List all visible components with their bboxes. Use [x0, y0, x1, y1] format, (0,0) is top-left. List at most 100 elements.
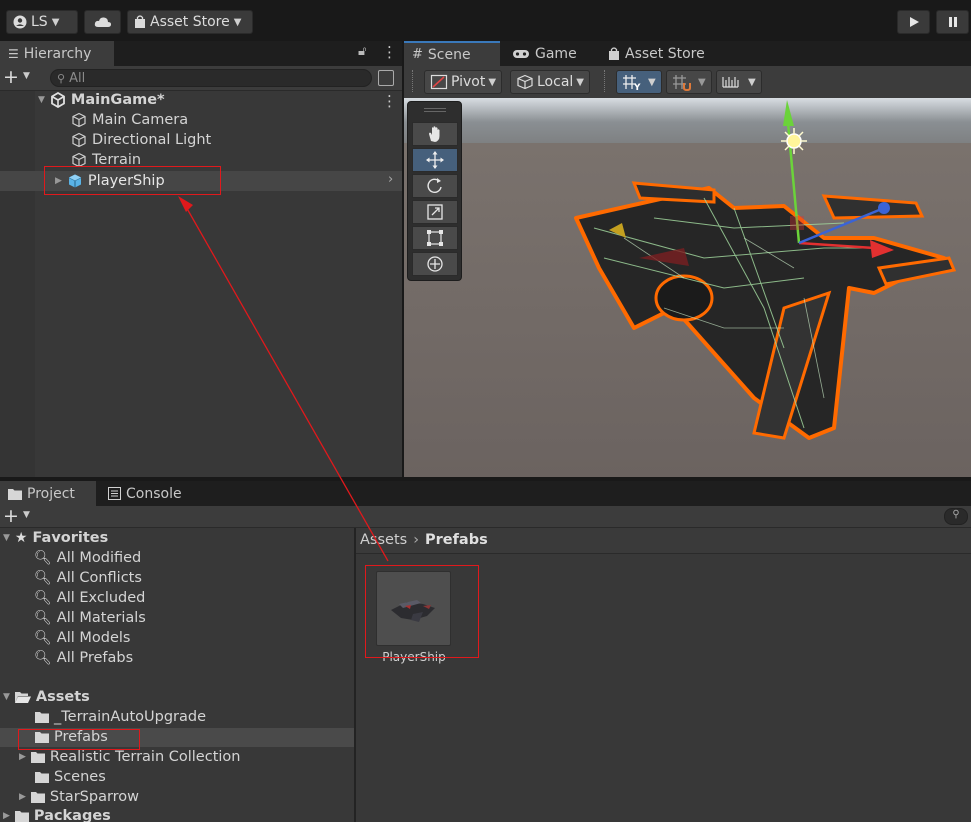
hierarchy-item-label: Directional Light [92, 132, 212, 148]
scene-tabbar: # Scene Game Asset Store [404, 41, 971, 66]
shopping-bag-icon [609, 46, 619, 60]
favorites-header[interactable]: ▼ ★ Favorites [3, 528, 108, 548]
expand-arrow-icon[interactable]: ▶ [19, 752, 26, 762]
packages-header[interactable]: ▶ Packages [3, 806, 111, 822]
account-icon [13, 15, 27, 29]
more-menu-icon[interactable]: ⋮ [382, 43, 397, 61]
pivot-dropdown[interactable]: Pivot ▼ [424, 70, 503, 94]
unity-scene-icon [51, 92, 65, 108]
asset-folder-item[interactable]: _TerrainAutoUpgrade [35, 707, 206, 727]
play-icon [909, 17, 919, 27]
lock-icon[interactable]: 🔓︎ [358, 44, 366, 59]
drag-handle[interactable] [424, 108, 446, 112]
chevron-down-icon[interactable]: ▼ [23, 510, 30, 520]
search-icon: 🔍︎ [34, 550, 52, 566]
shopping-bag-icon [135, 15, 145, 28]
tab-game-label: Game [535, 45, 577, 62]
scale-icon [427, 204, 443, 220]
pivot-label: Pivot [451, 74, 486, 90]
transform-tools-overlay [407, 101, 462, 281]
scene-more-icon[interactable]: ⋮ [382, 92, 397, 110]
hierarchy-search-input[interactable]: ⚲ All [50, 69, 372, 87]
hierarchy-item-directional-light[interactable]: Directional Light [71, 130, 211, 150]
favorite-item[interactable]: 🔍︎ All Excluded [34, 588, 145, 608]
tab-console[interactable]: Console [100, 481, 190, 506]
scene-root[interactable]: ▼ MainGame* [38, 90, 165, 110]
chevron-down-icon[interactable]: ▼ [23, 71, 30, 81]
project-tabbar: Project Console [0, 481, 971, 506]
expand-arrow-icon[interactable]: ▼ [3, 533, 10, 543]
chevron-down-icon: ▼ [698, 76, 706, 88]
main-toolbar: LS ▼ Asset Store ▼ [0, 0, 971, 41]
expand-arrow-icon[interactable]: ▶ [19, 792, 26, 802]
assets-header[interactable]: ▼ Assets [3, 687, 90, 707]
chevron-right-icon[interactable]: › [388, 172, 393, 187]
favorite-label: All Models [56, 630, 131, 646]
asset-folder-label: Scenes [54, 769, 106, 785]
breadcrumb-item[interactable]: Assets [360, 532, 407, 548]
add-icon[interactable]: + [3, 66, 19, 88]
hierarchy-gutter [0, 91, 35, 477]
account-dropdown[interactable]: LS ▼ [6, 10, 78, 34]
tab-scene-label: Scene [427, 46, 471, 63]
transform-tool-button[interactable] [412, 252, 458, 276]
list-icon: ☰ [8, 46, 19, 61]
project-search-button[interactable]: ⚲ [944, 508, 968, 525]
asset-store-dropdown[interactable]: Asset Store ▼ [127, 10, 253, 34]
move-tool-button[interactable] [412, 148, 458, 172]
folder-icon [35, 712, 49, 723]
hierarchy-item-main-camera[interactable]: Main Camera [71, 110, 188, 130]
favorite-item[interactable]: 🔍︎ All Materials [34, 608, 146, 628]
tab-game[interactable]: Game [504, 41, 585, 66]
favorite-label: All Modified [56, 550, 142, 566]
breadcrumb-current[interactable]: Prefabs [425, 532, 488, 548]
snap-increment-button[interactable]: ▼ [666, 70, 712, 94]
cloud-button[interactable] [84, 10, 121, 34]
asset-folder-item[interactable]: Scenes [35, 767, 106, 787]
favorite-item[interactable]: 🔍︎ All Conflicts [34, 568, 142, 588]
console-icon [108, 487, 121, 500]
scale-tool-button[interactable] [412, 200, 458, 224]
gameobject-cube-icon [72, 112, 86, 128]
grid-hash-icon: # [412, 47, 423, 62]
expand-arrow-icon[interactable]: ▼ [38, 95, 45, 105]
tab-asset-store[interactable]: Asset Store [600, 41, 713, 66]
favorite-item[interactable]: 🔍︎ All Models [34, 628, 130, 648]
hierarchy-item-label: Main Camera [92, 112, 189, 128]
pause-button[interactable] [936, 10, 969, 34]
increment-snap-button[interactable]: ▼ [716, 70, 762, 94]
grid-magnet-icon [673, 75, 691, 91]
search-icon: ⚲ [952, 509, 960, 520]
annotation-box-hierarchy-playership [44, 166, 221, 195]
expand-arrow-icon[interactable]: ▼ [3, 692, 10, 702]
hand-icon [429, 126, 440, 142]
asset-folder-label: _TerrainAutoUpgrade [54, 709, 206, 725]
rotate-tool-button[interactable] [412, 174, 458, 198]
favorite-item[interactable]: 🔍︎ All Prefabs [34, 648, 133, 668]
scene-viewport[interactable] [404, 98, 971, 477]
grid-snap-button[interactable]: Y ▼ [616, 70, 662, 94]
favorite-label: All Excluded [56, 590, 146, 606]
search-icon: 🔍︎ [34, 590, 52, 606]
play-button[interactable] [897, 10, 930, 34]
chevron-down-icon: ▼ [748, 76, 756, 88]
asset-folder-item[interactable]: ▶ StarSparrow [19, 787, 139, 807]
tab-hierarchy[interactable]: ☰ Hierarchy [0, 41, 114, 66]
asset-folder-item[interactable]: ▶ Realistic Terrain Collection [19, 747, 240, 767]
hierarchy-toolbar: + ▼ ⚲ All [0, 66, 402, 91]
rect-tool-button[interactable] [412, 226, 458, 250]
local-dropdown[interactable]: Local ▼ [510, 70, 590, 94]
scene-render [404, 98, 971, 477]
expand-arrow-icon[interactable]: ▶ [3, 811, 10, 821]
add-icon[interactable]: + [3, 505, 19, 527]
open-folder-icon [14, 691, 31, 703]
tab-project[interactable]: Project [0, 481, 96, 506]
favorite-item[interactable]: 🔍︎ All Modified [34, 548, 141, 568]
folder-icon [30, 792, 45, 803]
tab-scene[interactable]: # Scene [404, 41, 500, 66]
expand-window-icon[interactable] [378, 70, 394, 86]
tab-asset-store-label: Asset Store [625, 45, 705, 62]
account-label: LS [31, 14, 48, 30]
hand-tool-button[interactable] [412, 122, 458, 146]
chevron-right-icon: › [413, 532, 420, 548]
